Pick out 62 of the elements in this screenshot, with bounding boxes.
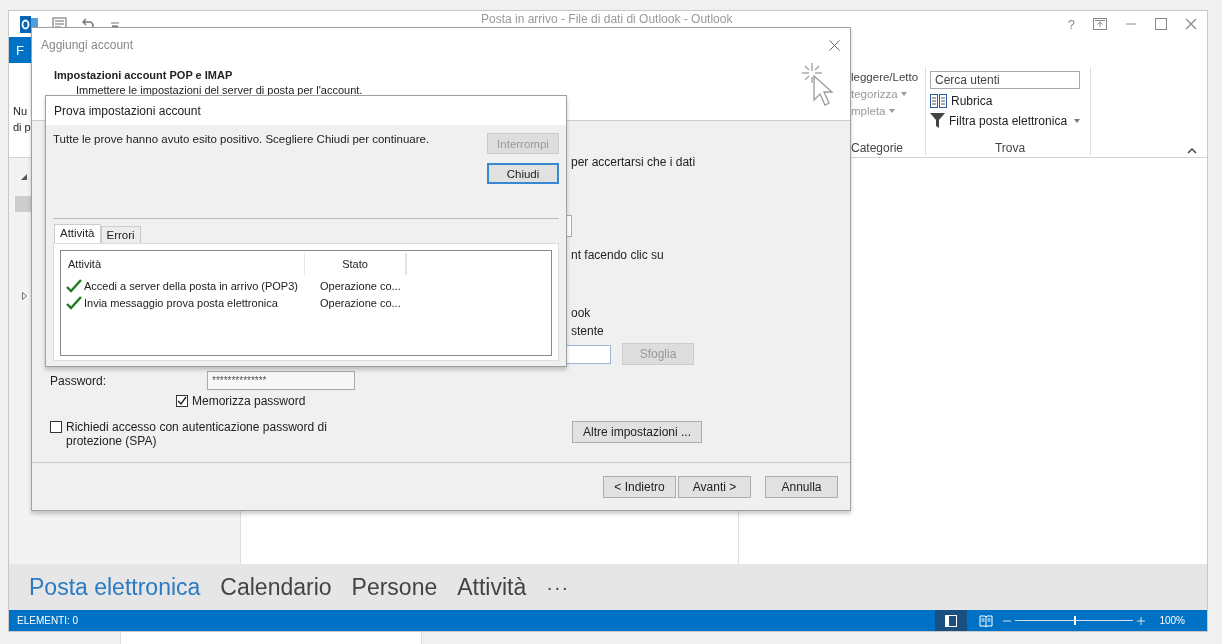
undo-icon[interactable] <box>82 18 97 30</box>
more-button[interactable]: ··· <box>546 575 570 599</box>
ribbon-label[interactable]: Nu <box>13 105 31 118</box>
table-cell-text: Operazione co... <box>319 279 401 292</box>
file-tab[interactable]: F <box>9 37 31 63</box>
navigation-link[interactable]: Attività <box>457 573 527 601</box>
dialog-button[interactable]: < Indietro <box>603 475 676 498</box>
table-cell-text: Operazione co... <box>319 296 401 309</box>
table-cell: Invia messaggio prova posta elettronica <box>84 296 278 309</box>
reading-view-icon[interactable] <box>979 614 994 627</box>
tab[interactable]: Errori <box>100 226 141 243</box>
table-cell: Accedi a server della posta in arrivo (POP3) <box>84 279 298 292</box>
dialog-title: Prova impostazioni account <box>54 103 201 118</box>
checkmark-icon <box>177 396 187 406</box>
dropdown-caret-icon <box>888 109 895 113</box>
normal-view-icon[interactable] <box>945 614 958 627</box>
zoom-level: 100% <box>1158 615 1186 626</box>
instruction-text: nt facendo clic su <box>571 248 664 262</box>
status-message: Tutte le prove hanno avuto esito positivo. Scegliere Chiudi per continuare. <box>53 133 430 147</box>
search-field[interactable]: Cerca utenti <box>930 71 1080 89</box>
tab[interactable]: Attività <box>54 224 101 243</box>
help-button[interactable]: ? <box>1067 16 1075 32</box>
instruction-text: per accertarsi che i dati <box>571 155 696 169</box>
column-header[interactable]: Stato <box>305 253 406 275</box>
expand-arrow-icon[interactable] <box>22 292 27 300</box>
maximize-icon[interactable] <box>1155 18 1167 30</box>
group-caption: Trova <box>993 141 1027 155</box>
item-count: ELEMENTI: 0 <box>16 615 79 626</box>
ribbon-display-icon[interactable] <box>1093 18 1107 30</box>
column-header[interactable]: Attività <box>61 253 305 275</box>
option-label: ook <box>571 306 591 320</box>
dialog-heading: Impostazioni account POP e IMAP <box>54 69 234 81</box>
dialog-title: Aggiungi account <box>41 38 134 52</box>
ribbon-command[interactable]: leggere/Letto <box>851 71 925 83</box>
dialog-button[interactable]: Chiudi <box>487 163 559 184</box>
dialog-button[interactable]: Avanti > <box>678 475 751 498</box>
checkbox[interactable]: Memorizza password <box>176 394 552 408</box>
navigation-link[interactable]: Persone <box>351 573 438 601</box>
group-caption: Categorie <box>851 141 905 155</box>
checkbox[interactable]: Richiedi accesso con autenticazione password di protezione (SPA) <box>50 420 330 448</box>
option-label: stente <box>571 324 604 338</box>
field-label: Password: <box>50 373 108 388</box>
dialog-button[interactable]: Annulla <box>765 475 838 498</box>
dropdown-caret-icon <box>1074 118 1081 123</box>
dialog-subheading: Immettere le impostazioni del server di posta per l'account. <box>76 84 363 96</box>
filter-icon <box>930 113 945 128</box>
collapse-arrow-icon[interactable] <box>21 174 27 180</box>
close-icon[interactable] <box>829 39 840 51</box>
navigation-link[interactable]: Posta elettronica <box>29 573 201 601</box>
address-book-icon <box>930 94 947 108</box>
ribbon-command[interactable]: Rubrica <box>930 94 1090 108</box>
more-settings-button[interactable]: Altre impostazioni ... <box>572 421 702 443</box>
password-field[interactable]: ************** <box>207 371 355 390</box>
dropdown-caret-icon <box>900 92 907 96</box>
ribbon-command[interactable]: Filtra posta elettronica <box>930 113 1090 128</box>
zoom-in-icon[interactable] <box>1137 616 1146 625</box>
window-title: Posta in arrivo - File di dati di Outlook - Outlook <box>481 12 733 26</box>
customize-icon[interactable] <box>111 20 119 28</box>
ribbon-label[interactable]: di p <box>13 121 31 134</box>
collapse-ribbon-icon[interactable] <box>1187 147 1197 154</box>
close-icon[interactable] <box>1185 18 1197 30</box>
navigation-link[interactable]: Calendario <box>220 573 332 601</box>
